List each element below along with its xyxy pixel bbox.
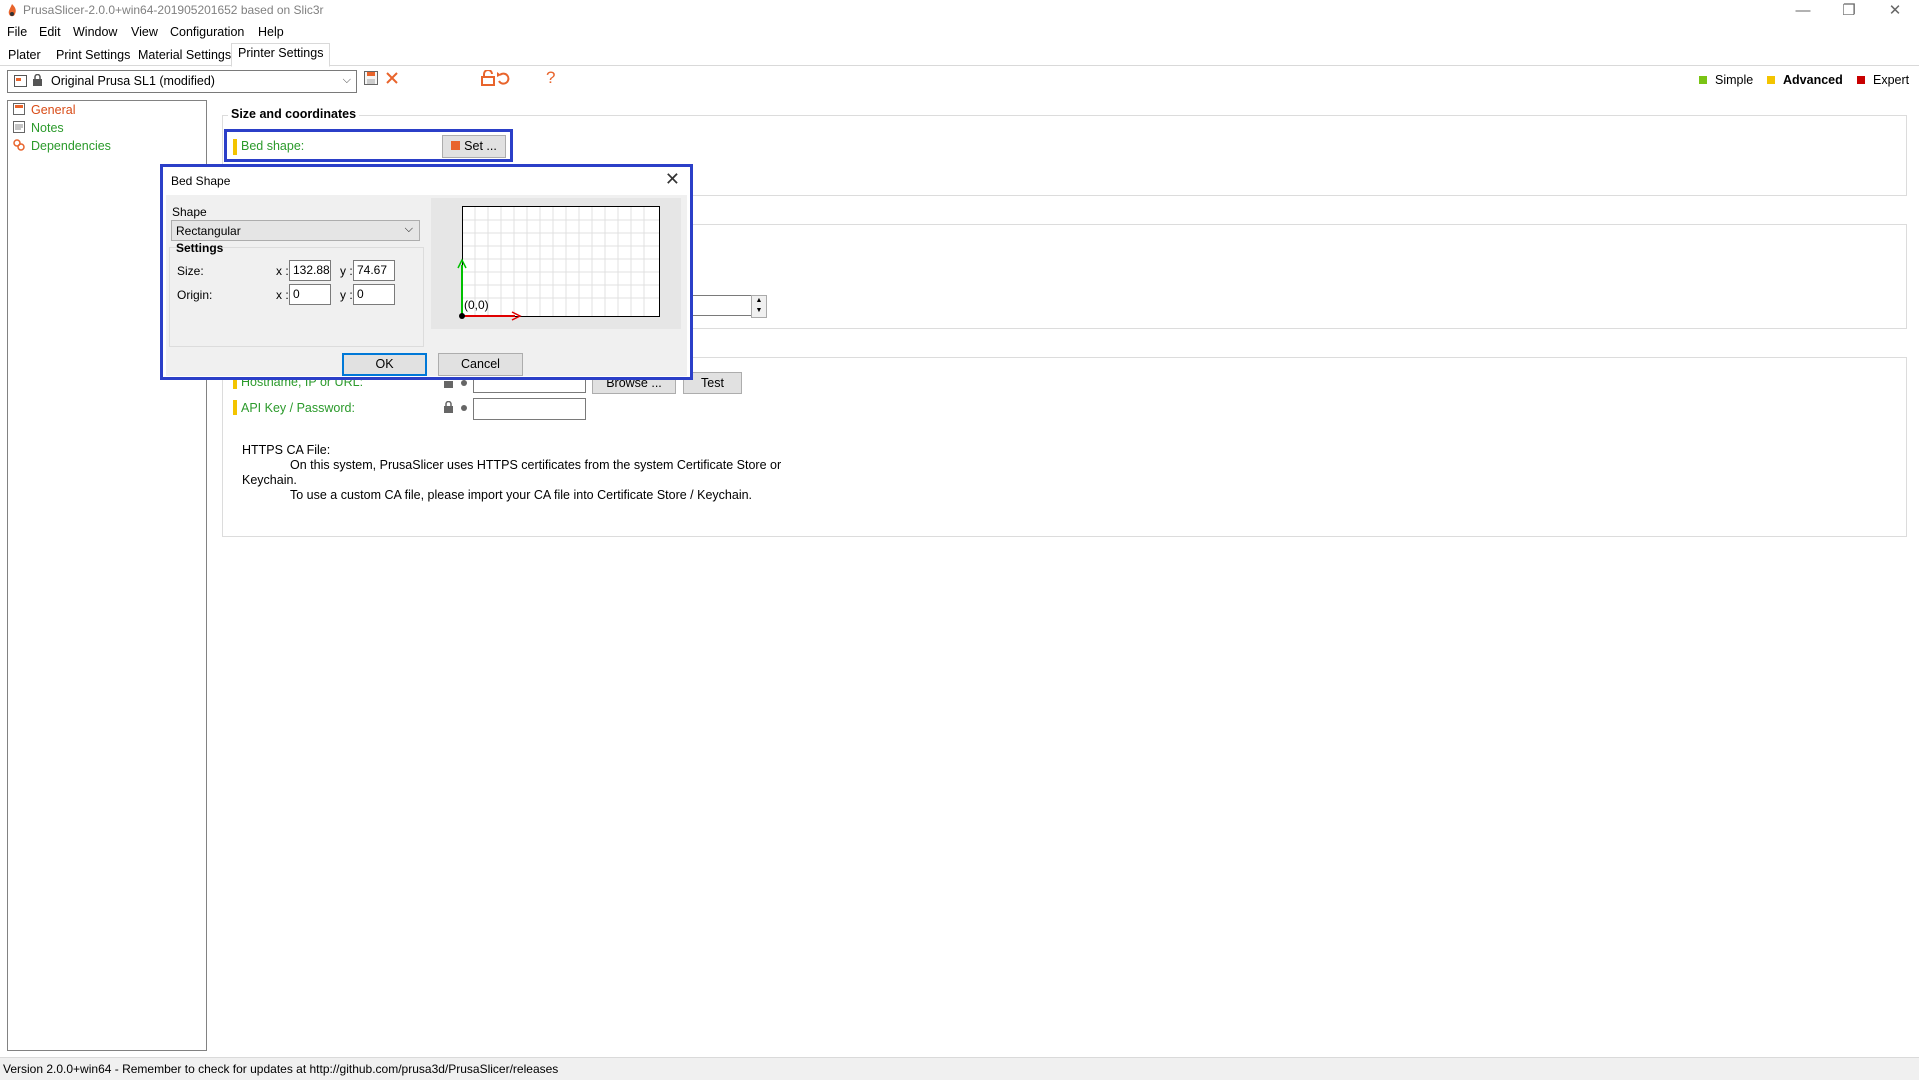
printer-icon xyxy=(14,75,27,90)
origin-marker-label: (0,0) xyxy=(464,298,489,312)
undo-icon[interactable] xyxy=(496,70,510,89)
preset-name: Original Prusa SL1 (modified) xyxy=(51,74,215,88)
origin-x-label: x : xyxy=(276,288,289,302)
window-title: PrusaSlicer-2.0.0+win64-201905201652 bas… xyxy=(23,3,324,17)
save-preset-icon[interactable] xyxy=(364,71,378,88)
ca-file-line1: On this system, PrusaSlicer uses HTTPS c… xyxy=(290,458,782,472)
delete-preset-icon[interactable] xyxy=(385,71,399,88)
ca-file-line2: Keychain. xyxy=(242,473,297,487)
size-y-input[interactable]: 74.67 xyxy=(353,260,395,281)
dot-icon-host xyxy=(461,380,467,386)
ca-file-title: HTTPS CA File: xyxy=(242,443,331,457)
general-page-icon xyxy=(13,103,25,115)
chevron-down-icon: ⌵ xyxy=(404,223,413,235)
sidebar-item-general[interactable]: General xyxy=(13,103,75,117)
size-label: Size: xyxy=(177,264,204,278)
sidebar-item-dependencies[interactable]: Dependencies xyxy=(13,139,111,153)
dialog-title: Bed Shape xyxy=(171,174,231,188)
dialog-close-icon[interactable]: ✕ xyxy=(665,169,680,190)
printer-preset-select[interactable]: Original Prusa SL1 (modified) ⌵ xyxy=(7,70,357,93)
help-icon[interactable]: ? xyxy=(546,68,555,88)
menu-help[interactable]: Help xyxy=(258,25,284,39)
lock-icon-api xyxy=(443,400,454,417)
size-x-input[interactable]: 132.88 xyxy=(289,260,331,281)
advanced-mode-marker-api xyxy=(233,400,237,415)
cancel-button[interactable]: Cancel xyxy=(438,353,523,376)
origin-y-input[interactable]: 0 xyxy=(353,284,395,305)
origin-label: Origin: xyxy=(177,288,213,302)
simple-square-icon xyxy=(1699,76,1707,84)
menu-bar: File Edit Window View Configuration Help xyxy=(0,23,1919,43)
restore-button[interactable]: ❐ xyxy=(1826,0,1872,23)
api-key-label: API Key / Password: xyxy=(241,401,355,415)
ok-button[interactable]: OK xyxy=(342,353,427,376)
menu-view[interactable]: View xyxy=(131,25,158,39)
status-text: Version 2.0.0+win64 - Remember to check … xyxy=(3,1062,559,1076)
advanced-square-icon xyxy=(1767,76,1775,84)
sidebar-item-dependencies-label: Dependencies xyxy=(31,139,111,153)
menu-edit[interactable]: Edit xyxy=(39,25,61,39)
size-coordinates-title: Size and coordinates xyxy=(228,107,360,121)
close-window-button[interactable]: ✕ xyxy=(1872,0,1918,23)
tab-bar: Plater Print Settings Material Settings … xyxy=(0,43,1919,67)
dialog-footer: OK Cancel xyxy=(166,347,687,376)
menu-configuration[interactable]: Configuration xyxy=(170,25,244,39)
api-key-input[interactable] xyxy=(473,398,586,420)
bed-preview: (0,0) xyxy=(431,198,681,329)
size-x-label: x : xyxy=(276,264,289,278)
origin-x-input[interactable]: 0 xyxy=(289,284,331,305)
title-bar: PrusaSlicer-2.0.0+win64-201905201652 bas… xyxy=(0,0,1919,23)
partially-hidden-spinner[interactable] xyxy=(692,295,752,316)
shape-select[interactable]: Rectangular ⌵ xyxy=(171,220,420,241)
dialog-body: Shape Rectangular ⌵ Settings Size: x : 1… xyxy=(166,195,687,347)
mode-simple-label: Simple xyxy=(1715,73,1754,87)
sidebar-item-notes-label: Notes xyxy=(31,121,64,135)
spinner-arrows-icon[interactable]: ▲ ▼ xyxy=(751,295,767,318)
menu-window[interactable]: Window xyxy=(73,25,117,39)
status-bar: Version 2.0.0+win64 - Remember to check … xyxy=(0,1057,1919,1080)
mode-simple[interactable]: Simple xyxy=(1699,73,1753,87)
mode-expert[interactable]: Expert xyxy=(1857,73,1909,87)
mode-advanced[interactable]: Advanced xyxy=(1767,73,1843,87)
lock-orange-icon[interactable] xyxy=(481,69,495,89)
minimize-button[interactable]: — xyxy=(1780,0,1826,23)
origin-y-label: y : xyxy=(340,288,353,302)
lock-icon xyxy=(32,73,43,90)
prusaslicer-logo-icon xyxy=(6,4,18,18)
dependencies-icon xyxy=(13,139,25,151)
tab-material-settings[interactable]: Material Settings xyxy=(131,45,238,66)
shape-select-value: Rectangular xyxy=(176,224,241,238)
menu-file[interactable]: File xyxy=(7,25,27,39)
sidebar-item-notes[interactable]: Notes xyxy=(13,121,64,135)
bed-shape-highlight xyxy=(224,129,513,162)
mode-expert-label: Expert xyxy=(1873,73,1910,87)
chevron-down-icon: ⌵ xyxy=(342,74,351,86)
shape-label: Shape xyxy=(172,205,207,219)
dot-icon-api xyxy=(461,405,467,411)
bed-shape-dialog: Bed Shape ✕ Shape Rectangular ⌵ Settings… xyxy=(163,167,690,377)
sidebar-item-general-label: General xyxy=(31,103,76,117)
settings-label: Settings xyxy=(176,241,224,255)
expert-square-icon xyxy=(1857,76,1865,84)
tab-printer-settings[interactable]: Printer Settings xyxy=(231,43,331,67)
tab-print-settings[interactable]: Print Settings xyxy=(49,45,137,66)
notes-icon xyxy=(13,121,25,133)
ca-file-line3: To use a custom CA file, please import y… xyxy=(290,488,753,502)
mode-advanced-label: Advanced xyxy=(1783,73,1843,87)
size-y-label: y : xyxy=(340,264,353,278)
tab-plater[interactable]: Plater xyxy=(1,45,48,66)
